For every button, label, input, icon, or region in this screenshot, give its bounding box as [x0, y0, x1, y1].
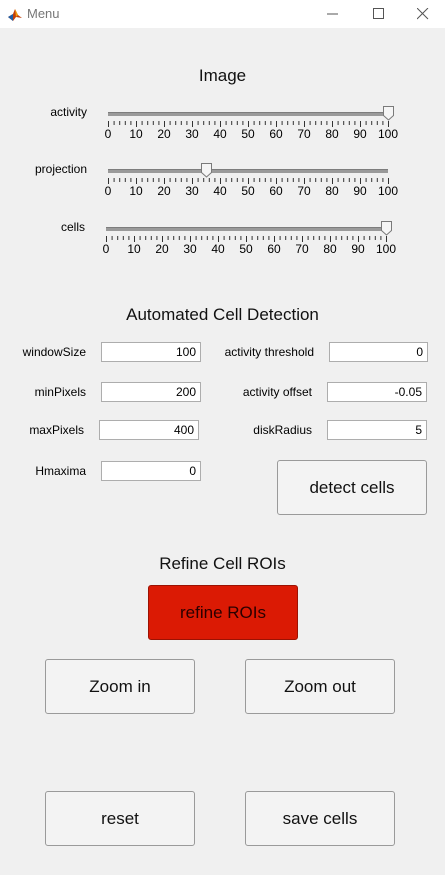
slider-tick-label: 60	[269, 127, 283, 141]
diskradius-field[interactable]: 5	[327, 420, 427, 440]
title-bar: Menu	[0, 0, 445, 28]
slider-tick-label: 10	[129, 127, 143, 141]
slider-tick-label: 90	[351, 242, 365, 256]
slider-tick-label: 70	[297, 127, 311, 141]
slider-tick-label: 10	[127, 242, 141, 256]
slider-tick-label: 70	[295, 242, 309, 256]
slider-tick-label: 100	[377, 184, 399, 198]
slider-thumb[interactable]	[381, 221, 392, 236]
cells-slider[interactable]: 0 10 20 30 40 50 60 70 80 90 100	[102, 221, 398, 262]
hmaxima-label: Hmaxima	[35, 464, 86, 478]
slider-tick-label: 100	[375, 242, 397, 256]
refine-heading: Refine Cell ROIs	[159, 554, 286, 573]
maxpixels-field[interactable]: 400	[99, 420, 199, 440]
minpixels-label: minPixels	[34, 385, 86, 399]
slider-track[interactable]	[108, 112, 388, 116]
hmaxima-field[interactable]: 0	[101, 461, 201, 481]
detection-heading: Automated Cell Detection	[126, 305, 319, 324]
slider-tick-label: 70	[297, 184, 311, 198]
activity-threshold-field[interactable]: 0	[329, 342, 428, 362]
slider-tick-label: 40	[213, 184, 227, 198]
minimize-icon	[327, 13, 338, 15]
slider-tick-label: 90	[353, 184, 367, 198]
reset-button[interactable]: reset	[45, 791, 195, 846]
window-title: Menu	[27, 6, 60, 21]
slider-tick-label: 50	[241, 184, 255, 198]
cells-slider-label: cells	[60, 220, 85, 234]
windowsize-field[interactable]: 100	[101, 342, 201, 362]
slider-tick-label: 40	[213, 127, 227, 141]
close-icon	[417, 8, 429, 20]
close-button[interactable]	[400, 0, 445, 28]
slider-tick-label: 20	[157, 184, 171, 198]
slider-tick-label: 50	[241, 127, 255, 141]
slider-tick-label: 40	[211, 242, 225, 256]
projection-slider[interactable]: 0 10 20 30 40 50 60 70 80 90 100	[104, 163, 400, 204]
slider-tick-label: 50	[239, 242, 253, 256]
zoom-in-button[interactable]: Zoom in	[45, 659, 195, 714]
slider-tick-label: 60	[267, 242, 281, 256]
matlab-app-icon	[7, 6, 23, 22]
slider-track[interactable]	[106, 227, 386, 231]
slider-tick-label: 80	[325, 127, 339, 141]
minpixels-field[interactable]: 200	[101, 382, 201, 402]
activity-offset-field[interactable]: -0.05	[327, 382, 427, 402]
projection-slider-label: projection	[34, 162, 87, 176]
activity-offset-label: activity offset	[242, 385, 312, 399]
slider-tick-label: 30	[185, 127, 199, 141]
maximize-icon	[373, 8, 384, 19]
windowsize-label: windowSize	[22, 345, 86, 359]
image-heading: Image	[198, 66, 247, 85]
slider-tick-label: 80	[323, 242, 337, 256]
slider-tick-label: 0	[104, 184, 112, 198]
diskradius-label: diskRadius	[253, 423, 312, 437]
slider-tick-label: 0	[104, 127, 112, 141]
slider-tick-label: 100	[377, 127, 399, 141]
slider-tick-label: 10	[129, 184, 143, 198]
slider-thumb[interactable]	[201, 163, 212, 178]
activity-slider[interactable]: 0 10 20 30 40 50 60 70 80 90 100	[104, 106, 400, 147]
detect-cells-button[interactable]: detect cells	[277, 460, 427, 515]
slider-tick-label: 90	[353, 127, 367, 141]
slider-tick-label: 20	[155, 242, 169, 256]
slider-tick-label: 0	[102, 242, 110, 256]
activity-threshold-label: activity threshold	[224, 345, 314, 359]
maxpixels-label: maxPixels	[29, 423, 84, 437]
slider-track[interactable]	[108, 169, 388, 173]
save-cells-button[interactable]: save cells	[245, 791, 395, 846]
slider-thumb[interactable]	[383, 106, 394, 121]
slider-tick-label: 60	[269, 184, 283, 198]
slider-tick-label: 30	[185, 184, 199, 198]
refine-rois-button[interactable]: refine ROIs	[148, 585, 298, 640]
minimize-button[interactable]	[310, 0, 356, 28]
slider-tick-label: 80	[325, 184, 339, 198]
slider-tick-label: 30	[183, 242, 197, 256]
activity-slider-label: activity	[50, 105, 87, 119]
maximize-button[interactable]	[356, 0, 402, 28]
slider-tick-label: 20	[157, 127, 171, 141]
zoom-out-button[interactable]: Zoom out	[245, 659, 395, 714]
